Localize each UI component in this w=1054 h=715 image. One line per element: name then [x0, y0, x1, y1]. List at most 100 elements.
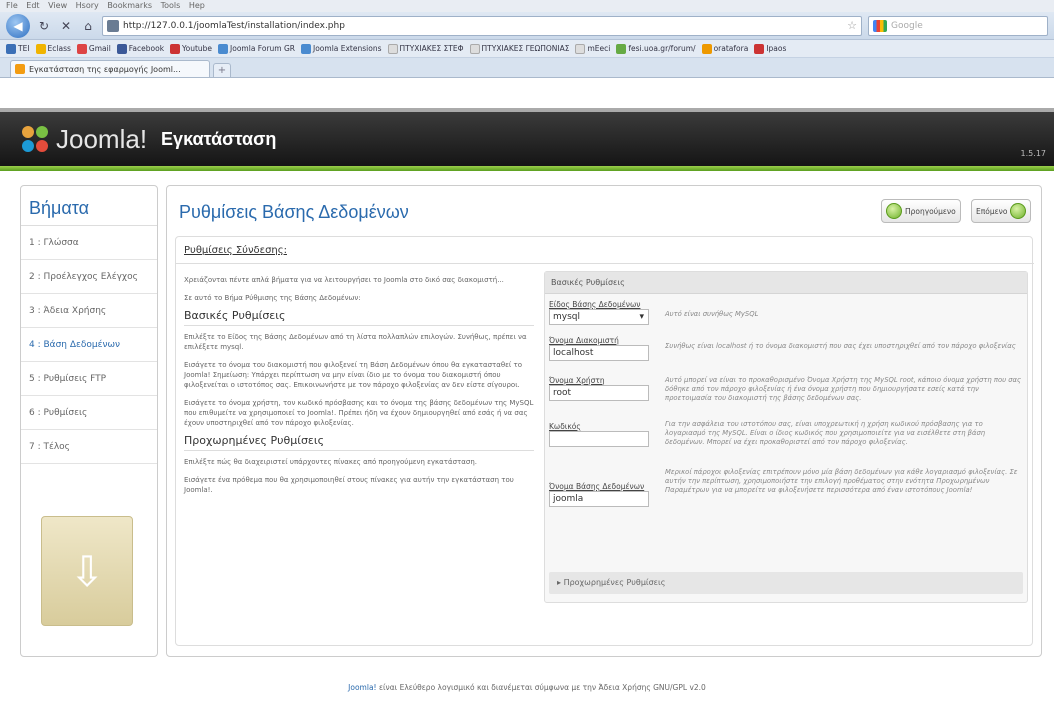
help-paragraph: Επιλέξτε το Είδος της Βάσης Δεδομένων απ… — [184, 333, 527, 351]
db-type-select[interactable]: mysql ▾ — [549, 309, 649, 325]
dropdown-arrow-icon: ▾ — [639, 312, 644, 322]
bookmark-item[interactable]: ΠΤΥΧΙΑΚΕΣ ΣΤΕΦ — [387, 43, 464, 54]
password-input[interactable] — [549, 431, 649, 447]
username-input[interactable]: root — [549, 385, 649, 401]
connection-settings-panel: Ρυθμίσεις Σύνδεσης: Χρειάζονται πέντε απ… — [175, 236, 1034, 646]
bookmark-item[interactable]: Youtube — [170, 43, 212, 54]
intro-text: Σε αυτό το Βήμα Ρύθμισης της Βάσης Δεδομ… — [184, 294, 361, 302]
username-field: Όνομα Χρήστη root — [549, 376, 659, 401]
db-name-help: Μερικοί πάροχοι φιλοξενίας επιτρέπουν μό… — [665, 468, 1018, 494]
db-name-label: Όνομα Βάσης Δεδομένων — [549, 482, 645, 491]
divider — [176, 263, 1034, 264]
bookmark-icon — [387, 43, 398, 54]
instructions: Χρειάζονται πέντε απλά βήματα για να λει… — [184, 275, 534, 503]
search-placeholder: Google — [891, 20, 923, 31]
bookmark-item[interactable]: Joomla Extensions — [301, 43, 382, 54]
bookmark-item[interactable]: oratafora — [701, 43, 748, 54]
step-ftp: 5 : Ρυθμίσεις FTP — [21, 362, 157, 396]
menu-help[interactable]: Hep — [189, 1, 205, 10]
reload-icon[interactable]: ↻ — [36, 18, 52, 34]
advanced-settings-toggle[interactable]: ▸ Προχωρημένες Ρυθμίσεις — [549, 572, 1023, 594]
bookmark-icon — [170, 43, 181, 54]
tab-bar: Εγκατάσταση της εφαρμογής Jooml... + — [0, 58, 1054, 78]
password-field: Κωδικός — [549, 422, 659, 447]
next-button[interactable]: Επόμενο — [971, 199, 1032, 223]
password-help: Για την ασφάλεια του ιστοτόπου σας, είνα… — [665, 420, 986, 446]
bookmark-item[interactable]: Eclass — [35, 43, 71, 54]
next-arrow-icon — [1010, 203, 1027, 219]
menu-view[interactable]: View — [48, 1, 67, 10]
menu-history[interactable]: Hsory — [76, 1, 99, 10]
host-label: Όνομα Διακομιστή — [549, 336, 619, 345]
home-icon[interactable]: ⌂ — [80, 18, 96, 34]
bookmark-icon — [469, 43, 480, 54]
db-type-field: Είδος Βάσης Δεδομένων mysql ▾ — [549, 300, 659, 325]
bookmark-item[interactable]: Gmail — [76, 43, 111, 54]
bookmark-icon — [116, 43, 127, 54]
bookmark-icon — [6, 43, 16, 54]
bookmark-item[interactable]: fesi.uoa.gr/forum/ — [616, 43, 696, 54]
help-paragraph: Εισάγετε το όνομα χρήστη, τον κωδικό πρό… — [184, 399, 534, 427]
google-icon — [873, 19, 887, 32]
bookmark-icon — [35, 43, 46, 54]
stop-icon[interactable]: ✕ — [58, 18, 74, 34]
advanced-settings-heading: Προχωρημένες Ρυθμίσεις — [184, 435, 534, 451]
previous-arrow-icon — [886, 203, 902, 219]
step-language: 1 : Γλώσσα — [21, 226, 157, 260]
browser-tab[interactable]: Εγκατάσταση της εφαρμογής Jooml... — [10, 60, 210, 77]
host-input[interactable]: localhost — [549, 345, 649, 361]
basic-settings-heading: Βασικές Ρυθμίσεις — [184, 310, 534, 326]
search-box[interactable]: Google — [868, 15, 1048, 36]
db-type-label: Είδος Βάσης Δεδομένων — [549, 300, 641, 309]
footer-text: είναι Ελεύθερο λογισμικό και διανέμεται … — [376, 683, 706, 692]
menu-edit[interactable]: Edt — [26, 1, 39, 10]
bookmark-item[interactable]: Facebook — [116, 43, 164, 54]
site-icon — [107, 19, 119, 32]
bookmark-icon — [218, 43, 229, 54]
new-tab-button[interactable]: + — [213, 63, 231, 77]
bookmark-icon — [301, 43, 311, 54]
footer: Joomla! είναι Ελεύθερο λογισμικό και δια… — [0, 683, 1054, 692]
bookmark-icon — [616, 43, 627, 54]
bookmark-item[interactable]: Joomla Forum GR — [218, 43, 295, 54]
install-box-icon: ⇩ — [41, 516, 133, 626]
bookmark-icon — [701, 43, 712, 54]
bookmark-item[interactable]: mEeci — [575, 43, 610, 54]
url-text: http://127.0.0.1/joomlaTest/installation… — [123, 20, 345, 31]
menu-tools[interactable]: Tools — [161, 1, 181, 10]
address-bar[interactable]: http://127.0.0.1/joomlaTest/installation… — [102, 15, 862, 36]
tab-title: Εγκατάσταση της εφαρμογής Jooml... — [29, 64, 181, 74]
main-panel: Ρυθμίσεις Βάσης Δεδομένων Προηγούμενο Επ… — [166, 185, 1042, 657]
joomla-logo-icon — [22, 126, 48, 152]
logo-text: Joomla! — [56, 123, 148, 154]
browser-navbar: ◀ ↻ ✕ ⌂ http://127.0.0.1/joomlaTest/inst… — [0, 12, 1054, 40]
bookmark-item[interactable]: ΠΤΥΧΙΑΚΕΣ ΓΕΩΠΟΝΙΑΣ — [469, 43, 569, 54]
step-database: 4 : Βάση Δεδομένων — [21, 328, 157, 362]
bookmark-item[interactable]: Ipaos — [754, 43, 786, 54]
step-license: 3 : Άδεια Χρήσης — [21, 294, 157, 328]
joomla-link[interactable]: Joomla! — [348, 683, 376, 692]
db-name-input[interactable]: joomla — [549, 491, 649, 507]
help-paragraph: Επιλέξτε πώς θα διαχειριστεί υπάρχοντες … — [184, 458, 477, 466]
step-finish: 7 : Τέλος — [21, 430, 157, 464]
db-type-help: Αυτό είναι συνήθως MySQL — [665, 310, 759, 318]
bookmark-item[interactable]: TEI — [6, 43, 30, 54]
bookmark-icon — [754, 43, 765, 54]
bookmark-star-icon[interactable]: ☆ — [847, 19, 857, 32]
help-paragraph: Εισάγετε ένα πρόθεμα που θα χρησιμοποιηθ… — [184, 476, 514, 494]
main-title: Ρυθμίσεις Βάσης Δεδομένων — [179, 202, 409, 222]
username-help: Αυτό μπορεί να είναι το προκαθορισμένο Ό… — [665, 376, 1021, 402]
db-name-field: Όνομα Βάσης Δεδομένων joomla — [549, 482, 659, 507]
menu-file[interactable]: Fle — [6, 1, 18, 10]
intro-text: Χρειάζονται πέντε απλά βήματα για να λει… — [184, 276, 504, 284]
menu-bookmarks[interactable]: Bookmarks — [107, 1, 152, 10]
steps-title: Βήματα — [21, 186, 157, 226]
browser-menubar: Fle Edt View Hsory Bookmarks Tools Hep — [0, 0, 1054, 12]
basic-settings-box: Βασικές Ρυθμίσεις Είδος Βάσης Δεδομένων … — [544, 271, 1028, 603]
step-configuration: 6 : Ρυθμίσεις — [21, 396, 157, 430]
previous-button[interactable]: Προηγούμενο — [881, 199, 961, 223]
host-help: Συνήθως είναι localhost ή το όνομα διακο… — [665, 342, 1016, 350]
password-label: Κωδικός — [549, 422, 581, 431]
back-arrow-icon[interactable]: ◀ — [6, 13, 30, 38]
page-title: Εγκατάσταση — [161, 128, 277, 149]
